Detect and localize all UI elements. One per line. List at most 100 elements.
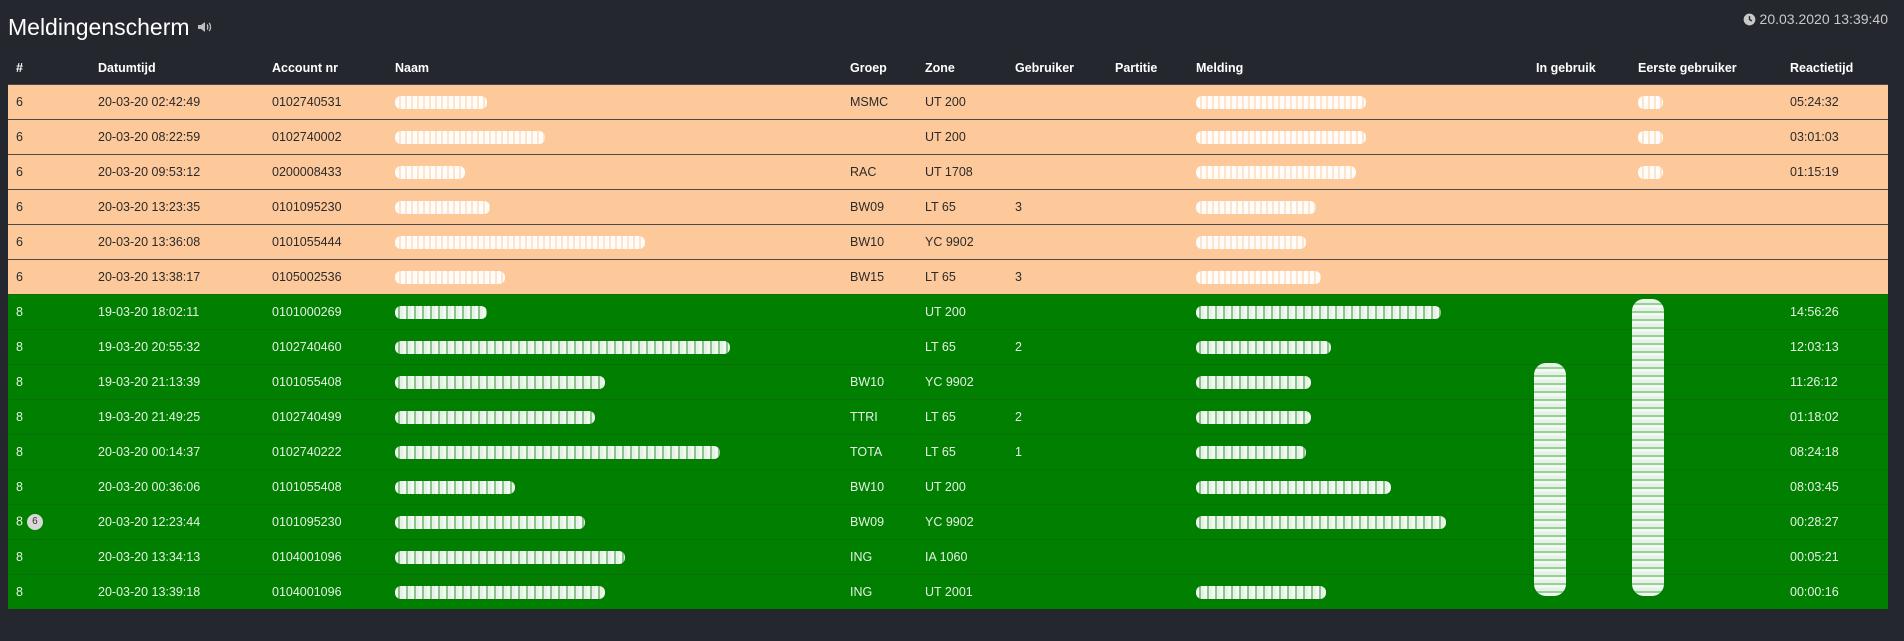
cell-zone-text: UT 200 bbox=[925, 480, 966, 494]
cell-reactie bbox=[1782, 259, 1888, 295]
cell-zone-text: LT 65 bbox=[925, 200, 956, 214]
cell-zone-text: YC 9902 bbox=[925, 235, 974, 249]
cell-melding bbox=[1188, 574, 1528, 609]
table-row[interactable]: 8 20-03-20 13:39:18 0104001096 ING UT 2001 00… bbox=[8, 574, 1888, 609]
table-row[interactable]: 6 20-03-20 08:22:59 0102740002 UT 200 03:01:… bbox=[8, 119, 1888, 155]
cell-nr: 8 bbox=[8, 434, 90, 470]
cell-eerste bbox=[1630, 84, 1782, 120]
cell-nr: 6 bbox=[8, 189, 90, 225]
cell-zone-text: UT 2001 bbox=[925, 585, 973, 599]
cell-reactie: 14:56:26 bbox=[1782, 294, 1888, 330]
redacted-naam bbox=[395, 481, 515, 495]
table-row[interactable]: 8 19-03-20 21:49:25 0102740499 TTRI LT 65 2 01… bbox=[8, 399, 1888, 435]
table-row[interactable]: 6 20-03-20 13:38:17 0105002536 BW15 LT 65 3 bbox=[8, 259, 1888, 295]
cell-naam bbox=[387, 469, 842, 505]
col-header-partitie[interactable]: Partitie bbox=[1107, 52, 1188, 85]
cell-reactie: 05:24:32 bbox=[1782, 84, 1888, 120]
cell-zone-text: YC 9902 bbox=[925, 515, 974, 529]
redacted-naam bbox=[395, 166, 465, 180]
cell-nr-text: 8 bbox=[16, 445, 23, 459]
cell-zone: UT 1708 bbox=[917, 154, 1007, 190]
cell-melding bbox=[1188, 224, 1528, 260]
redacted-naam bbox=[395, 376, 605, 390]
cell-groep: BW15 bbox=[842, 259, 917, 295]
table-row[interactable]: 8 6 20-03-20 12:23:44 0101095230 BW09 YC 9902… bbox=[8, 504, 1888, 540]
table-row[interactable]: 8 19-03-20 20:55:32 0102740460 LT 65 2 12:03:… bbox=[8, 329, 1888, 365]
table-row[interactable]: 8 20-03-20 00:36:06 0101055408 BW10 UT 200 08… bbox=[8, 469, 1888, 505]
cell-groep: BW09 bbox=[842, 189, 917, 225]
cell-groep: RAC bbox=[842, 154, 917, 190]
cell-partitie bbox=[1107, 574, 1188, 609]
cell-groep-text: TTRI bbox=[850, 410, 878, 424]
cell-ingebruik bbox=[1528, 329, 1630, 365]
col-header-gebruiker[interactable]: Gebruiker bbox=[1007, 52, 1107, 85]
cell-eerste bbox=[1630, 259, 1782, 295]
cell-groep-text: BW10 bbox=[850, 375, 885, 389]
col-header-datumtijd[interactable]: Datumtijd bbox=[90, 52, 264, 85]
col-header-reactietijd[interactable]: Reactietijd bbox=[1782, 52, 1888, 85]
cell-datum-text: 20-03-20 12:23:44 bbox=[98, 515, 201, 529]
table-row[interactable]: 8 20-03-20 13:34:13 0104001096 ING IA 1060 00… bbox=[8, 539, 1888, 575]
cell-reactie: 11:26:12 bbox=[1782, 364, 1888, 400]
table-row[interactable]: 8 19-03-20 21:13:39 0101055408 BW10 YC 9902 1… bbox=[8, 364, 1888, 400]
cell-naam bbox=[387, 294, 842, 330]
speaker-icon[interactable] bbox=[196, 18, 214, 36]
count-badge[interactable]: 6 bbox=[26, 514, 43, 530]
table-row[interactable]: 8 20-03-20 00:14:37 0102740222 TOTA LT 65 1 08… bbox=[8, 434, 1888, 470]
cell-groep bbox=[842, 294, 917, 330]
cell-account: 0200008433 bbox=[264, 154, 387, 190]
col-header-nr[interactable]: # bbox=[8, 52, 90, 85]
table-row[interactable]: 6 20-03-20 02:42:49 0102740531 MSMC UT 200 05… bbox=[8, 84, 1888, 120]
cell-gebruiker bbox=[1007, 469, 1107, 505]
redacted-naam bbox=[395, 306, 487, 320]
cell-partitie bbox=[1107, 84, 1188, 120]
cell-zone-text: UT 200 bbox=[925, 130, 966, 144]
col-header-naam[interactable]: Naam bbox=[387, 52, 842, 85]
cell-datum-text: 20-03-20 08:22:59 bbox=[98, 130, 201, 144]
cell-reactie-text: 12:03:13 bbox=[1790, 340, 1839, 354]
cell-groep: ING bbox=[842, 539, 917, 575]
cell-account: 0101055408 bbox=[264, 469, 387, 505]
cell-nr-text: 6 bbox=[16, 165, 23, 179]
col-header-melding[interactable]: Melding bbox=[1188, 52, 1528, 85]
col-header-groep[interactable]: Groep bbox=[842, 52, 917, 85]
cell-datum-text: 20-03-20 13:34:13 bbox=[98, 550, 201, 564]
cell-melding bbox=[1188, 504, 1528, 540]
cell-nr: 8 bbox=[8, 469, 90, 505]
cell-partitie bbox=[1107, 539, 1188, 575]
cell-nr-text: 6 bbox=[16, 200, 23, 214]
cell-account: 0105002536 bbox=[264, 259, 387, 295]
cell-account: 0102740499 bbox=[264, 399, 387, 435]
cell-gebruiker bbox=[1007, 119, 1107, 155]
cell-datum: 20-03-20 13:39:18 bbox=[90, 574, 264, 609]
cell-melding bbox=[1188, 294, 1528, 330]
table-row[interactable]: 8 19-03-20 18:02:11 0101000269 UT 200 14:56:… bbox=[8, 294, 1888, 330]
col-header-eerste-gebruiker[interactable]: Eerste gebruiker bbox=[1630, 52, 1782, 85]
table-row[interactable]: 6 20-03-20 13:36:08 0101055444 BW10 YC 9902 bbox=[8, 224, 1888, 260]
cell-account-text: 0102740499 bbox=[272, 410, 342, 424]
cell-nr: 8 bbox=[8, 294, 90, 330]
cell-gebruiker bbox=[1007, 84, 1107, 120]
cell-groep-text: ING bbox=[850, 585, 873, 599]
table-row[interactable]: 6 20-03-20 13:23:35 0101095230 BW09 LT 65 3 bbox=[8, 189, 1888, 225]
clock: 20.03.2020 13:39:40 bbox=[1743, 11, 1888, 27]
cell-nr: 8 bbox=[8, 399, 90, 435]
redacted-melding bbox=[1196, 376, 1311, 390]
table-row[interactable]: 6 20-03-20 09:53:12 0200008433 RAC UT 1708 01… bbox=[8, 154, 1888, 190]
col-header-in-gebruik[interactable]: In gebruik bbox=[1528, 52, 1630, 85]
cell-reactie-text: 11:26:12 bbox=[1790, 375, 1838, 389]
cell-eerste bbox=[1630, 154, 1782, 190]
cell-gebruiker bbox=[1007, 294, 1107, 330]
cell-nr: 8 bbox=[8, 329, 90, 365]
col-header-zone[interactable]: Zone bbox=[917, 52, 1007, 85]
redacted-melding bbox=[1196, 586, 1326, 600]
cell-naam bbox=[387, 504, 842, 540]
cell-nr-text: 8 bbox=[16, 550, 23, 564]
cell-reactie: 00:05:21 bbox=[1782, 539, 1888, 575]
cell-nr-text: 8 bbox=[16, 480, 23, 494]
cell-reactie: 00:28:27 bbox=[1782, 504, 1888, 540]
col-header-account[interactable]: Account nr bbox=[264, 52, 387, 85]
cell-datum: 20-03-20 02:42:49 bbox=[90, 84, 264, 120]
notifications-table: # Datumtijd Account nr Naam Groep Zone G… bbox=[8, 52, 1888, 609]
cell-zone: YC 9902 bbox=[917, 504, 1007, 540]
